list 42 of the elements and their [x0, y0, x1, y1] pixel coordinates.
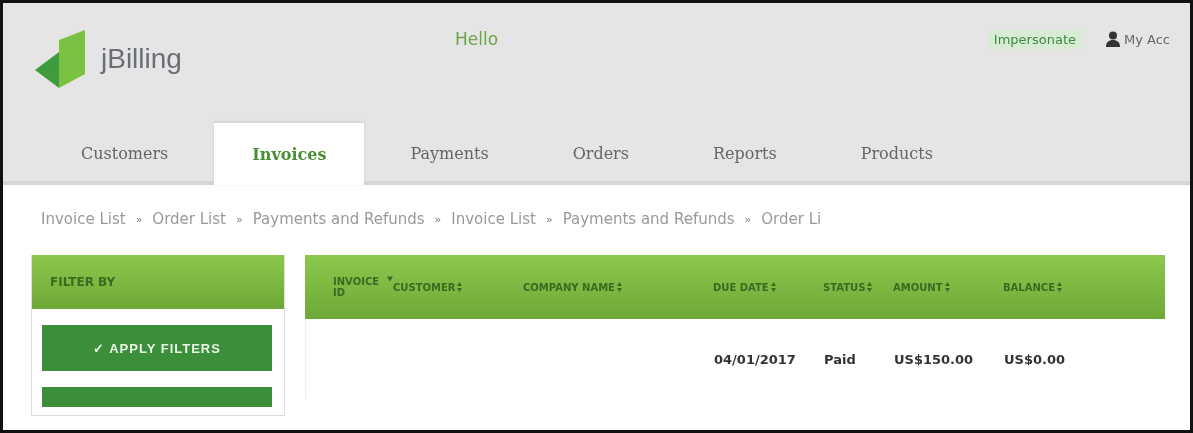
table-cell: 04/01/2017 [714, 351, 796, 367]
breadcrumb-separator: » [434, 212, 442, 226]
sort-icon[interactable] [867, 281, 873, 292]
column-header[interactable]: DUE DATE [713, 281, 769, 293]
column-header[interactable]: BALANCE [1003, 281, 1055, 293]
column-header[interactable]: CUSTOMER [393, 281, 456, 293]
greeting: Hello [455, 29, 500, 49]
nav-tab[interactable]: Products [822, 125, 971, 181]
breadcrumb-link[interactable]: Payments and Refunds [562, 210, 735, 228]
table-cell: US$0.00 [1004, 351, 1066, 367]
breadcrumb-link[interactable]: Invoice List [451, 210, 536, 228]
breadcrumb-link[interactable]: Invoice List [41, 210, 126, 228]
column-header[interactable]: STATUS [823, 281, 866, 293]
table-cell: Paid [824, 351, 856, 367]
nav-tab[interactable]: Payments [372, 125, 527, 181]
nav-tab[interactable]: Customers [43, 125, 207, 181]
nav-tab[interactable]: Orders [534, 125, 667, 181]
sort-icon[interactable] [616, 281, 622, 292]
nav-tab[interactable]: Invoices [214, 123, 365, 185]
sort-icon[interactable] [387, 276, 393, 282]
breadcrumb-link[interactable]: Order Li [761, 210, 822, 228]
breadcrumb-separator: » [545, 212, 553, 226]
sort-icon[interactable] [944, 281, 950, 292]
column-header[interactable]: INVOICE ID [333, 276, 386, 298]
breadcrumb-separator: » [135, 212, 143, 226]
apply-filters-button[interactable]: ✓ APPLY FILTERS [42, 325, 272, 371]
breadcrumb-link[interactable]: Order List [152, 210, 226, 228]
table-cell: US$150.00 [894, 351, 974, 367]
nav-tab[interactable]: Reports [675, 125, 815, 181]
logo-text: jBilling [101, 43, 182, 75]
column-header[interactable]: AMOUNT [893, 281, 943, 293]
sort-icon[interactable] [1057, 281, 1062, 292]
sort-icon[interactable] [457, 281, 463, 292]
impersonate-link[interactable]: Impersonate [987, 29, 1082, 49]
breadcrumb-separator: » [744, 212, 752, 226]
breadcrumb-link[interactable]: Payments and Refunds [252, 210, 425, 228]
filter-title: FILTER BY [32, 255, 284, 309]
column-header[interactable]: COMPANY NAME [523, 281, 615, 293]
sort-icon[interactable] [770, 281, 776, 292]
user-icon [1106, 31, 1120, 47]
breadcrumb-separator: » [236, 212, 243, 226]
account-link[interactable]: My Acc [1124, 31, 1170, 47]
